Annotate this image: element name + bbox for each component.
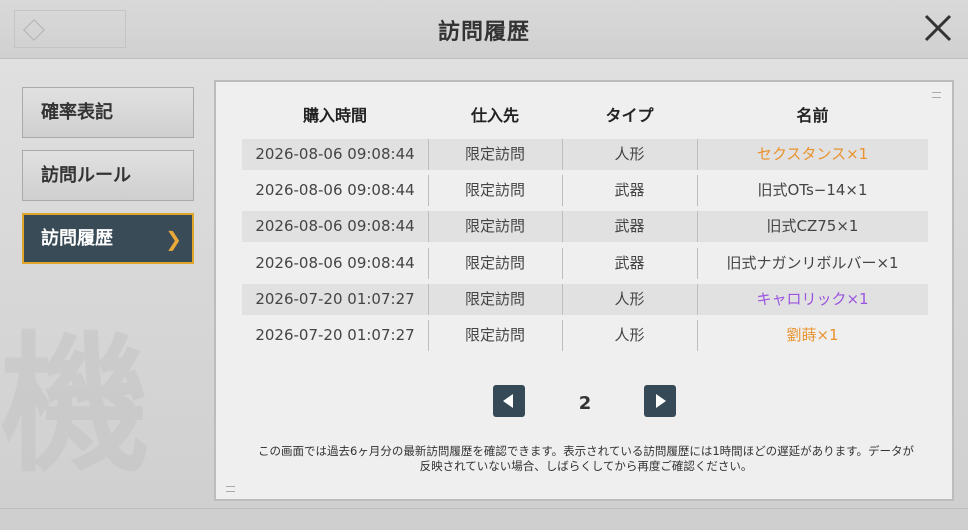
close-button[interactable] — [920, 10, 956, 46]
cell-time: 2026-07-20 01:07:27 — [255, 290, 415, 308]
sidebar-item-label: 訪問ルール — [41, 165, 131, 186]
table-row: 2026-08-06 09:08:44 限定訪問 人形 セクスタンス×1 — [242, 139, 928, 170]
column-header-time: 購入時間 — [302, 106, 367, 125]
next-page-button[interactable] — [644, 385, 676, 417]
sidebar-item-visit-rules[interactable]: 訪問ルール — [22, 150, 194, 201]
cell-name: 旧式OTs−14×1 — [757, 181, 868, 199]
cell-type: 人形 — [614, 145, 645, 163]
column-header-name: 名前 — [796, 106, 829, 125]
cell-time: 2026-07-20 01:07:27 — [255, 326, 415, 344]
table-row: 2026-07-20 01:07:27 限定訪問 人形 劉蒔×1 — [242, 320, 928, 351]
prev-page-button[interactable] — [493, 385, 525, 417]
sidebar-item-label: 訪問履歴 — [41, 228, 113, 249]
cell-type: 武器 — [614, 254, 645, 272]
cell-source: 限定訪問 — [464, 181, 525, 199]
panel-corner-mark — [226, 486, 235, 492]
cell-source: 限定訪問 — [464, 254, 525, 272]
notice-line-1: この画面では過去6ヶ月分の最新訪問履歴を確認できます。表示されている訪問履歴には… — [258, 444, 914, 458]
notice-line-2: 反映されていない場合、しばらくしてから再度ご確認ください。 — [419, 459, 753, 473]
cell-source: 限定訪問 — [464, 326, 525, 344]
triangle-right-icon — [656, 394, 666, 408]
chevron-right-icon: ❯ — [165, 227, 182, 251]
cell-source: 限定訪問 — [464, 145, 525, 163]
table-row: 2026-07-20 01:07:27 限定訪問 人形 キャロリック×1 — [242, 284, 928, 315]
close-icon — [924, 14, 952, 42]
table-row: 2026-08-06 09:08:44 限定訪問 武器 旧式ナガンリボルバー×1 — [242, 248, 928, 279]
table-row: 2026-08-06 09:08:44 限定訪問 武器 旧式CZ75×1 — [242, 211, 928, 242]
cell-type: 武器 — [614, 181, 645, 199]
cell-source: 限定訪問 — [464, 290, 525, 308]
cell-type: 武器 — [614, 217, 645, 235]
cell-time: 2026-08-06 09:08:44 — [255, 145, 415, 163]
footer-bar — [0, 508, 968, 530]
history-panel: 購入時間 仕入先 タイプ 名前 2026-08-06 09:08:44 限定訪問… — [214, 80, 954, 501]
panel-corner-mark — [932, 92, 941, 98]
column-header-type: タイプ — [605, 106, 654, 125]
cell-name: 劉蒔×1 — [786, 326, 839, 344]
cell-name: 旧式ナガンリボルバー×1 — [726, 254, 899, 272]
watermark-text: 機 — [0, 317, 151, 493]
table-row: 2026-08-06 09:08:44 限定訪問 武器 旧式OTs−14×1 — [242, 175, 928, 206]
sidebar-item-visit-history[interactable]: 訪問履歴 ❯ — [22, 213, 194, 264]
page-title: 訪問履歴 — [437, 20, 530, 45]
background-kanji-watermark: 機 — [0, 330, 200, 520]
table-header: 購入時間 仕入先 タイプ 名前 — [242, 102, 928, 128]
cell-type: 人形 — [614, 290, 645, 308]
notice-text: この画面では過去6ヶ月分の最新訪問履歴を確認できます。表示されている訪問履歴には… — [236, 444, 936, 474]
page-number: 2 — [578, 393, 592, 414]
cell-name: キャロリック×1 — [756, 290, 869, 308]
header-bar: 訪問履歴 — [0, 0, 968, 59]
cell-name: セクスタンス×1 — [756, 145, 869, 163]
cell-type: 人形 — [614, 326, 645, 344]
cell-time: 2026-08-06 09:08:44 — [255, 254, 415, 272]
cell-time: 2026-08-06 09:08:44 — [255, 181, 415, 199]
triangle-left-icon — [503, 394, 513, 408]
sidebar-item-probability[interactable]: 確率表記 — [22, 87, 194, 138]
cell-name: 旧式CZ75×1 — [766, 217, 859, 235]
column-header-source: 仕入先 — [470, 106, 519, 125]
sidebar-item-label: 確率表記 — [41, 102, 113, 123]
cell-time: 2026-08-06 09:08:44 — [255, 217, 415, 235]
cell-source: 限定訪問 — [464, 217, 525, 235]
